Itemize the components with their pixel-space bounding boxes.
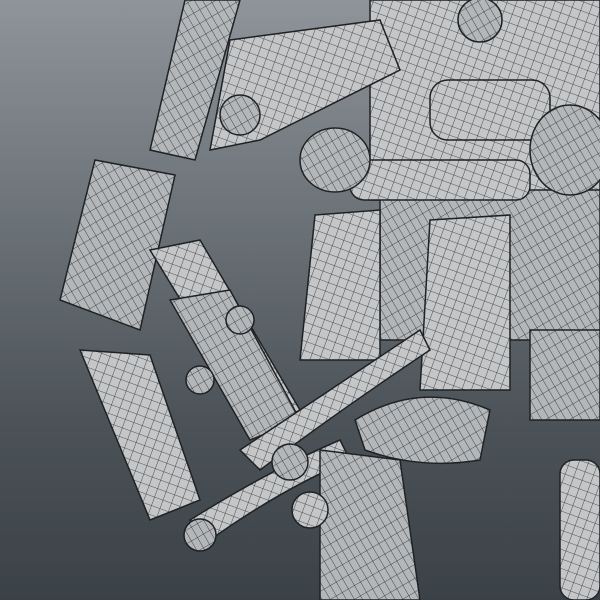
render-viewport [0,0,600,600]
mech-wireframe-render [59,0,600,600]
